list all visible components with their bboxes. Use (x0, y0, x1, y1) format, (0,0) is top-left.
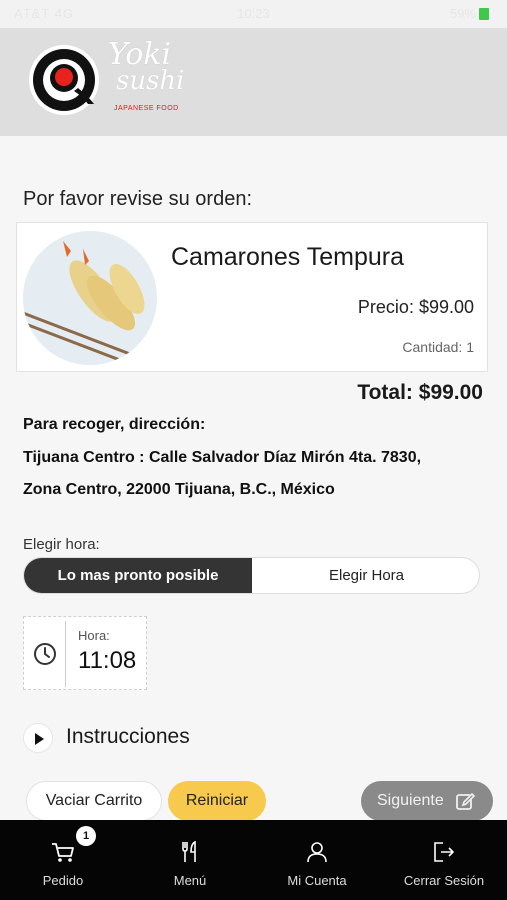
status-time: 10:23 (237, 6, 270, 21)
pickup-address-line1: Tijuana Centro : Calle Salvador Díaz Mir… (23, 449, 422, 466)
next-button[interactable]: Siguiente (361, 781, 493, 821)
tab-label: Mi Cuenta (287, 873, 347, 888)
tab-label: Menú (173, 873, 207, 888)
item-name: Camarones Tempura (171, 243, 404, 271)
tab-menu[interactable]: Menú (127, 820, 253, 900)
bottom-tab-bar: 1 Pedido Menú Mi Cuenta Cerrar Sesión (0, 820, 507, 900)
order-item-card: Camarones Tempura Precio: $99.00 Cantida… (16, 222, 488, 372)
item-price: Precio: $99.00 (357, 297, 474, 317)
tab-label: Cerrar Sesión (403, 873, 485, 888)
brand-logotype: Yoki sushi (108, 37, 185, 96)
choose-time-label: Elegir hora: (23, 536, 100, 553)
user-icon (307, 842, 327, 863)
time-option-segmented-control: Lo mas pronto posible Elegir Hora (23, 557, 480, 594)
battery-icon (479, 8, 489, 20)
cart-icon (52, 843, 74, 862)
brand-tagline: JAPANESE FOOD (114, 105, 179, 112)
status-bar: AT&T 4G 10:23 59% (0, 0, 507, 28)
app-header: Yoki sushi JAPANESE FOOD (0, 28, 507, 136)
logout-icon (434, 842, 454, 862)
reset-button[interactable]: Reiniciar (168, 781, 266, 821)
empty-cart-button[interactable]: Vaciar Carrito (26, 781, 162, 821)
battery-indicator: 59% (450, 6, 489, 21)
pickup-time-box[interactable]: Hora: 11:08 (23, 616, 147, 690)
pickup-label: Para recoger, dirección: (23, 416, 206, 433)
item-quantity: Cantidad: 1 (402, 339, 474, 355)
clock-icon (34, 643, 56, 665)
logo-icon (29, 45, 99, 115)
time-value: 11:08 (78, 647, 137, 674)
fork-knife-icon (182, 840, 196, 862)
option-choose-time[interactable]: Elegir Hora (252, 558, 479, 593)
divider (65, 621, 66, 687)
order-total: Total: $99.00 (357, 381, 483, 404)
next-button-label: Siguiente (377, 792, 444, 809)
tab-label: Pedido (42, 873, 84, 888)
edit-icon (456, 792, 475, 810)
play-icon (35, 733, 44, 745)
cart-count-badge: 1 (76, 826, 96, 846)
tab-cerrar-sesion[interactable]: Cerrar Sesión (381, 820, 507, 900)
page-title: Por favor revise su orden: (23, 188, 252, 210)
option-asap[interactable]: Lo mas pronto posible (24, 558, 252, 593)
time-label: Hora: (78, 628, 110, 643)
pickup-address-line2: Zona Centro, 22000 Tijuana, B.C., México (23, 481, 335, 498)
instructions-expand-button[interactable] (23, 723, 53, 753)
item-image (23, 231, 157, 365)
instructions-label[interactable]: Instrucciones (66, 725, 190, 749)
tab-pedido[interactable]: 1 Pedido (0, 820, 126, 900)
tab-mi-cuenta[interactable]: Mi Cuenta (254, 820, 380, 900)
